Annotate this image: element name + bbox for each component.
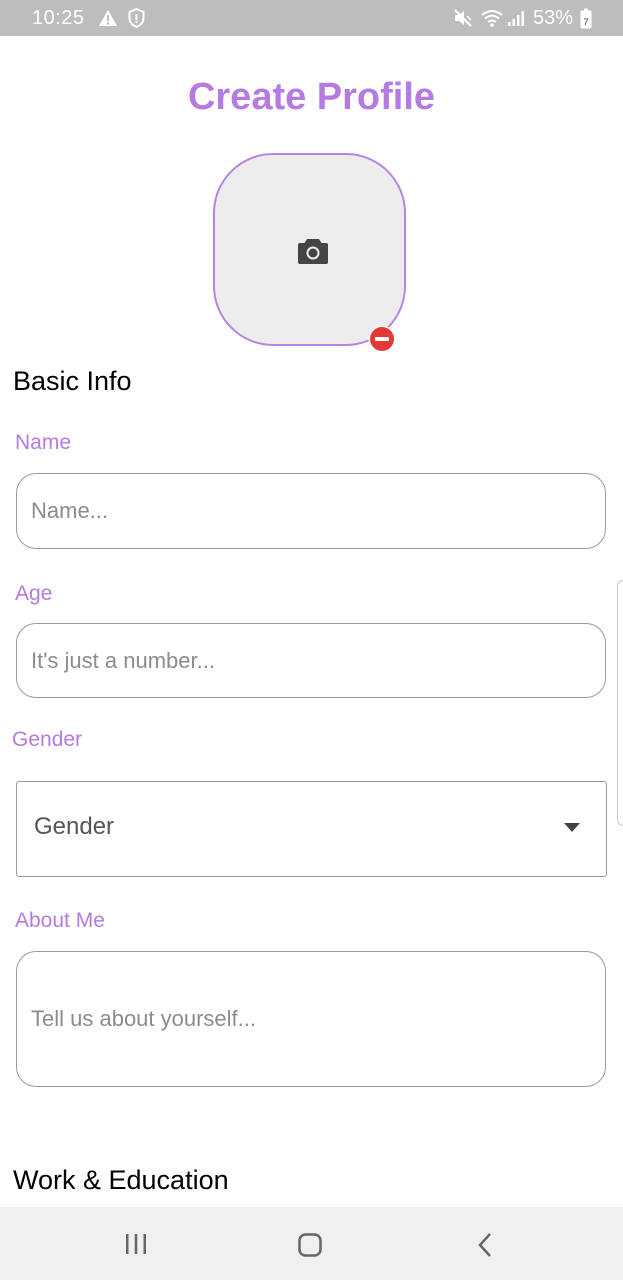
- gender-label: Gender: [12, 728, 83, 751]
- signal-icon: [508, 11, 524, 26]
- battery-icon: 7: [580, 8, 592, 29]
- about-me-label: About Me: [15, 909, 105, 932]
- profile-photo-picker[interactable]: [213, 153, 406, 346]
- age-label: Age: [15, 582, 53, 605]
- shield-icon: [128, 8, 145, 28]
- navigation-bar: [0, 1207, 623, 1280]
- dropdown-arrow-icon: [564, 823, 580, 832]
- gender-dropdown[interactable]: Gender: [16, 781, 607, 877]
- name-field[interactable]: [16, 473, 606, 549]
- recents-icon[interactable]: [123, 1233, 149, 1255]
- wifi-icon: [481, 10, 503, 27]
- back-icon[interactable]: [476, 1232, 494, 1258]
- page-title: Create Profile: [187, 76, 436, 118]
- camera-icon: [298, 239, 328, 264]
- status-time: 10:25: [32, 7, 85, 29]
- work-education-heading: Work & Education: [13, 1165, 229, 1195]
- home-icon[interactable]: [298, 1233, 322, 1257]
- name-label: Name: [15, 431, 72, 454]
- battery-detail: 7: [583, 17, 588, 27]
- scroll-indicator[interactable]: [617, 580, 623, 826]
- remove-circle-icon[interactable]: [368, 325, 396, 353]
- basic-info-heading: Basic Info: [13, 366, 132, 396]
- about-me-field[interactable]: [16, 951, 606, 1087]
- gender-selected-value: Gender: [34, 813, 115, 840]
- warning-icon: [99, 10, 117, 26]
- mute-icon: [454, 9, 472, 27]
- battery-percent: 53%: [533, 7, 574, 29]
- age-field[interactable]: [16, 623, 606, 698]
- status-bar: 10:25 53% 7: [0, 0, 623, 36]
